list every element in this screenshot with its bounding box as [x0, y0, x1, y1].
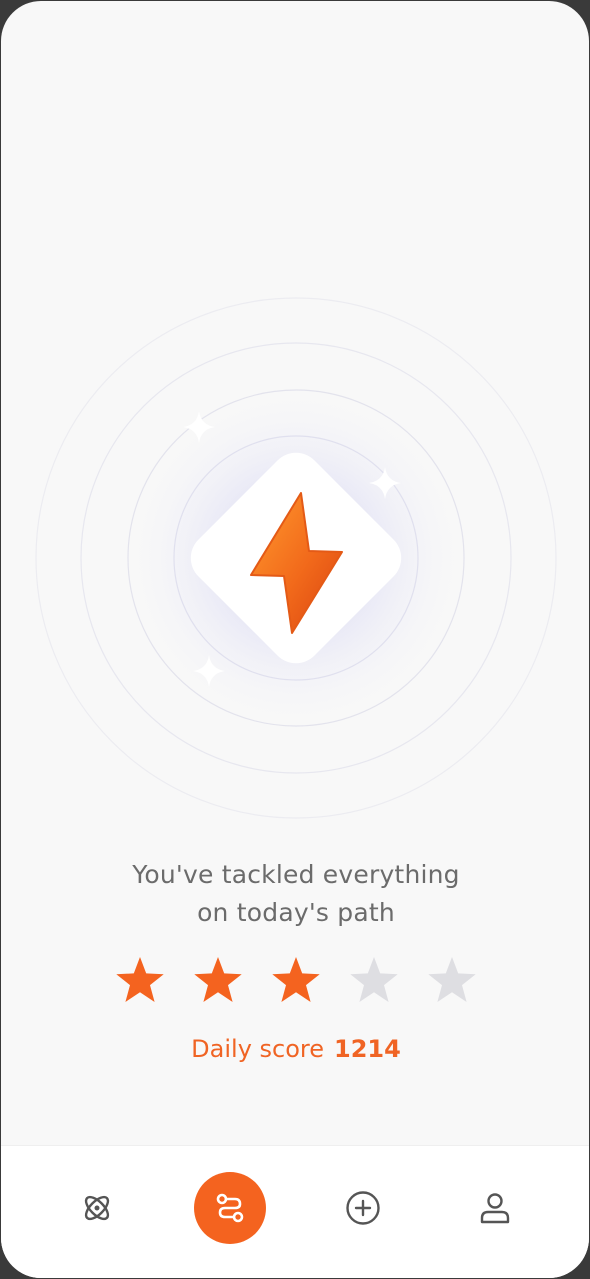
completion-message-line2: on today's path	[197, 898, 395, 927]
daily-score: Daily score 1214	[1, 1035, 589, 1063]
app-screen: You've tackled everything on today's pat…	[1, 1, 589, 1278]
orbit-icon	[84, 1195, 110, 1221]
completion-message-line1: You've tackled everything	[132, 860, 460, 889]
nav-item-profile[interactable]	[459, 1172, 531, 1244]
daily-score-label: Daily score	[191, 1035, 325, 1063]
star-filled-icon	[194, 957, 242, 1002]
profile-icon	[480, 1193, 510, 1224]
nav-item-add[interactable]	[327, 1172, 399, 1244]
daily-score-value: 1214	[334, 1035, 401, 1063]
star-empty-icon	[428, 957, 476, 1002]
path-icon	[216, 1193, 244, 1223]
star-filled-icon	[116, 957, 164, 1002]
star-filled-icon	[272, 957, 320, 1002]
completion-illustration	[1, 251, 589, 871]
plus-circle-icon	[346, 1191, 380, 1225]
completion-message: You've tackled everything on today's pat…	[1, 856, 589, 932]
nav-item-path[interactable]	[194, 1172, 266, 1244]
star-empty-icon	[350, 957, 398, 1002]
star-rating	[1, 955, 589, 1005]
nav-item-explore[interactable]	[61, 1172, 133, 1244]
bottom-nav	[1, 1145, 589, 1278]
